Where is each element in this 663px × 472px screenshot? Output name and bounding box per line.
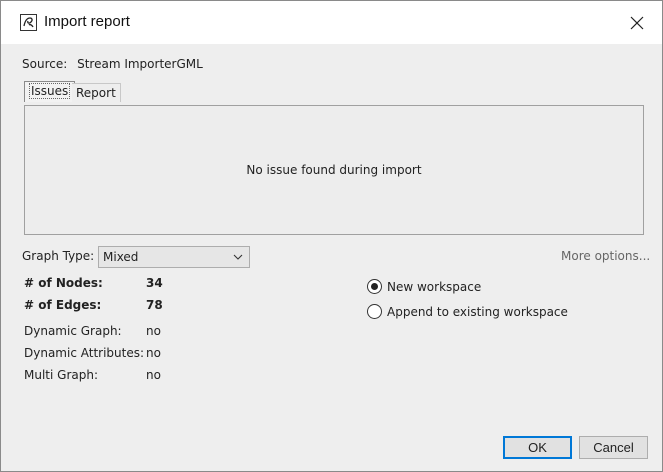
new-workspace-radio[interactable] [367,279,382,294]
graph-type-label: Graph Type: [22,249,95,263]
graph-type-value: Mixed [103,250,139,264]
source-value: Stream ImporterGML [77,57,203,71]
append-workspace-label: Append to existing workspace [387,305,568,319]
multi-graph-label: Multi Graph: [24,368,98,382]
tab-report[interactable]: Report [72,83,121,102]
edges-label: # of Edges: [24,298,102,312]
append-workspace-radio[interactable] [367,304,382,319]
dynamic-graph-label: Dynamic Graph: [24,324,122,338]
edges-value: 78 [146,298,163,312]
new-workspace-label: New workspace [387,280,482,294]
cancel-button[interactable]: Cancel [579,436,648,459]
tab-issues[interactable]: Issues [24,81,76,102]
window-title: Import report [44,13,130,30]
graph-type-select[interactable]: Mixed [98,246,250,268]
issues-message: No issue found during import [246,163,422,177]
chevron-down-icon [233,254,243,260]
app-icon [20,14,37,31]
multi-graph-value: no [146,368,161,382]
ok-button[interactable]: OK [503,436,572,459]
source-label: Source: [22,57,68,71]
title-bar[interactable]: Import report [1,1,662,44]
tab-issues-label: Issues [29,83,71,99]
more-options-link[interactable]: More options... [561,249,650,263]
dynamic-attributes-value: no [146,346,161,360]
tab-report-label: Report [76,86,116,100]
nodes-label: # of Nodes: [24,276,103,290]
source-row: Source: Stream ImporterGML [22,57,209,71]
dynamic-graph-value: no [146,324,161,338]
dynamic-attributes-label: Dynamic Attributes: [24,346,145,360]
issues-panel: No issue found during import [24,105,644,235]
import-report-dialog: Import report Source: Stream ImporterGML… [0,0,663,472]
nodes-value: 34 [146,276,163,290]
close-icon [630,16,644,30]
close-button[interactable] [619,9,655,37]
